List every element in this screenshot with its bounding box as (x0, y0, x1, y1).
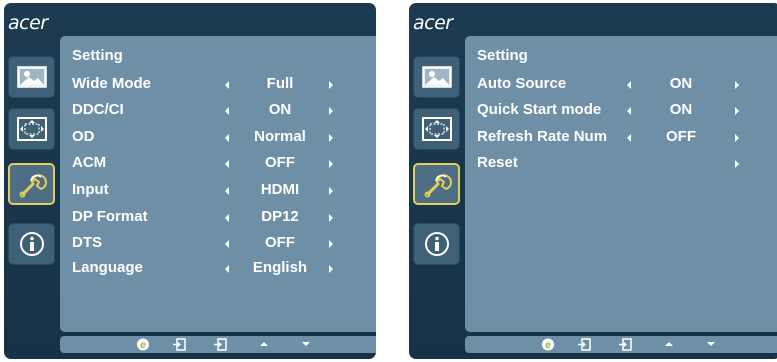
arrow-left-icon[interactable] (627, 81, 631, 89)
menu-row-od[interactable]: OD Normal (60, 128, 376, 148)
osd-window-left: acer Setting Wide Mode Full DDC/CI ON OD… (4, 3, 376, 359)
row-label: OD (72, 128, 95, 145)
arrow-left-icon[interactable] (627, 107, 631, 115)
panel-title: Setting (72, 47, 123, 64)
down-icon[interactable] (707, 342, 715, 346)
up-icon[interactable] (260, 342, 268, 346)
wrench-icon (19, 174, 47, 198)
sidebar-item-position[interactable] (8, 108, 55, 150)
menu-row-language[interactable]: Language English (60, 259, 376, 279)
acer-logo: acer (8, 12, 48, 34)
position-icon (16, 117, 47, 141)
menu-row-reset[interactable]: Reset (465, 154, 777, 174)
row-value: Full (266, 75, 294, 92)
menu-row-dp-format[interactable]: DP Format DP12 (60, 208, 376, 228)
arrow-right-icon[interactable] (329, 107, 333, 115)
position-icon (421, 117, 452, 141)
menu-row-quick-start-mode[interactable]: Quick Start mode ON (465, 101, 777, 121)
settings-panel: Setting Auto Source ON Quick Start mode … (465, 36, 777, 332)
up-icon[interactable] (665, 342, 673, 346)
sidebar-item-setting[interactable] (8, 163, 55, 205)
acer-logo: acer (413, 12, 453, 34)
sidebar-item-picture[interactable] (413, 56, 460, 98)
row-value: ON (268, 101, 292, 118)
row-value: English (252, 259, 308, 276)
arrow-right-icon[interactable] (329, 160, 333, 168)
menu-row-input[interactable]: Input HDMI (60, 181, 376, 201)
arrow-left-icon[interactable] (225, 265, 229, 273)
info-icon (19, 232, 44, 256)
arrow-right-icon[interactable] (329, 81, 333, 89)
svg-text:e: e (140, 340, 146, 351)
arrow-right-icon[interactable] (735, 160, 739, 168)
row-label: Language (72, 259, 143, 276)
row-value: OFF (265, 154, 295, 171)
e-key-icon[interactable]: e (136, 338, 150, 351)
menu-icon[interactable] (577, 338, 591, 351)
arrow-left-icon[interactable] (225, 214, 229, 222)
menu-row-dts[interactable]: DTS OFF (60, 234, 376, 254)
wrench-icon (424, 174, 452, 198)
row-value: ON (669, 101, 693, 118)
row-label: Input (72, 181, 109, 198)
exit-icon[interactable] (213, 338, 227, 351)
arrow-right-icon[interactable] (735, 107, 739, 115)
arrow-left-icon[interactable] (225, 81, 229, 89)
row-value: OFF (666, 128, 696, 145)
sidebar-item-information[interactable] (413, 223, 460, 265)
arrow-left-icon[interactable] (225, 107, 229, 115)
sidebar-item-position[interactable] (413, 108, 460, 150)
menu-icon[interactable] (172, 338, 186, 351)
menu-row-acm[interactable]: ACM OFF (60, 154, 376, 174)
settings-panel: Setting Wide Mode Full DDC/CI ON OD Norm… (60, 36, 376, 332)
row-label: Auto Source (477, 75, 567, 92)
picture-icon (421, 66, 452, 88)
row-value: HDMI (260, 181, 300, 198)
arrow-right-icon[interactable] (329, 265, 333, 273)
arrow-right-icon[interactable] (329, 134, 333, 142)
row-label: Quick Start mode (477, 101, 602, 118)
row-value: OFF (265, 234, 295, 251)
menu-row-ddc-ci[interactable]: DDC/CI ON (60, 101, 376, 121)
menu-row-wide-mode[interactable]: Wide Mode Full (60, 75, 376, 95)
row-label: Wide Mode (72, 75, 152, 92)
arrow-left-icon[interactable] (225, 240, 229, 248)
key-guide-bar: e (60, 336, 376, 353)
svg-text:e: e (545, 340, 551, 351)
row-label: Refresh Rate Num (477, 128, 608, 145)
row-label: DDC/CI (72, 101, 124, 118)
sidebar-item-information[interactable] (8, 223, 55, 265)
panel-title: Setting (477, 47, 528, 64)
e-key-icon[interactable]: e (541, 338, 555, 351)
row-label: DP Format (72, 208, 148, 225)
row-value: DP12 (261, 208, 299, 225)
row-label: Reset (477, 154, 518, 171)
arrow-right-icon[interactable] (329, 187, 333, 195)
picture-icon (16, 66, 47, 88)
arrow-right-icon[interactable] (329, 214, 333, 222)
row-value: ON (669, 75, 693, 92)
sidebar-item-picture[interactable] (8, 56, 55, 98)
info-icon (424, 232, 449, 256)
arrow-left-icon[interactable] (225, 187, 229, 195)
arrow-right-icon[interactable] (735, 81, 739, 89)
row-value: Normal (254, 128, 306, 145)
menu-row-refresh-rate-num[interactable]: Refresh Rate Num OFF (465, 128, 777, 148)
row-label: ACM (72, 154, 107, 171)
exit-icon[interactable] (618, 338, 632, 351)
down-icon[interactable] (302, 342, 310, 346)
row-label: DTS (72, 234, 102, 251)
arrow-left-icon[interactable] (225, 134, 229, 142)
sidebar-item-setting[interactable] (413, 163, 460, 205)
arrow-right-icon[interactable] (329, 240, 333, 248)
osd-window-right: acer Setting Auto Source ON Quick Start … (409, 3, 777, 359)
menu-row-auto-source[interactable]: Auto Source ON (465, 75, 777, 95)
arrow-right-icon[interactable] (735, 134, 739, 142)
key-guide-bar: e (465, 336, 777, 353)
arrow-left-icon[interactable] (225, 160, 229, 168)
arrow-left-icon[interactable] (627, 134, 631, 142)
